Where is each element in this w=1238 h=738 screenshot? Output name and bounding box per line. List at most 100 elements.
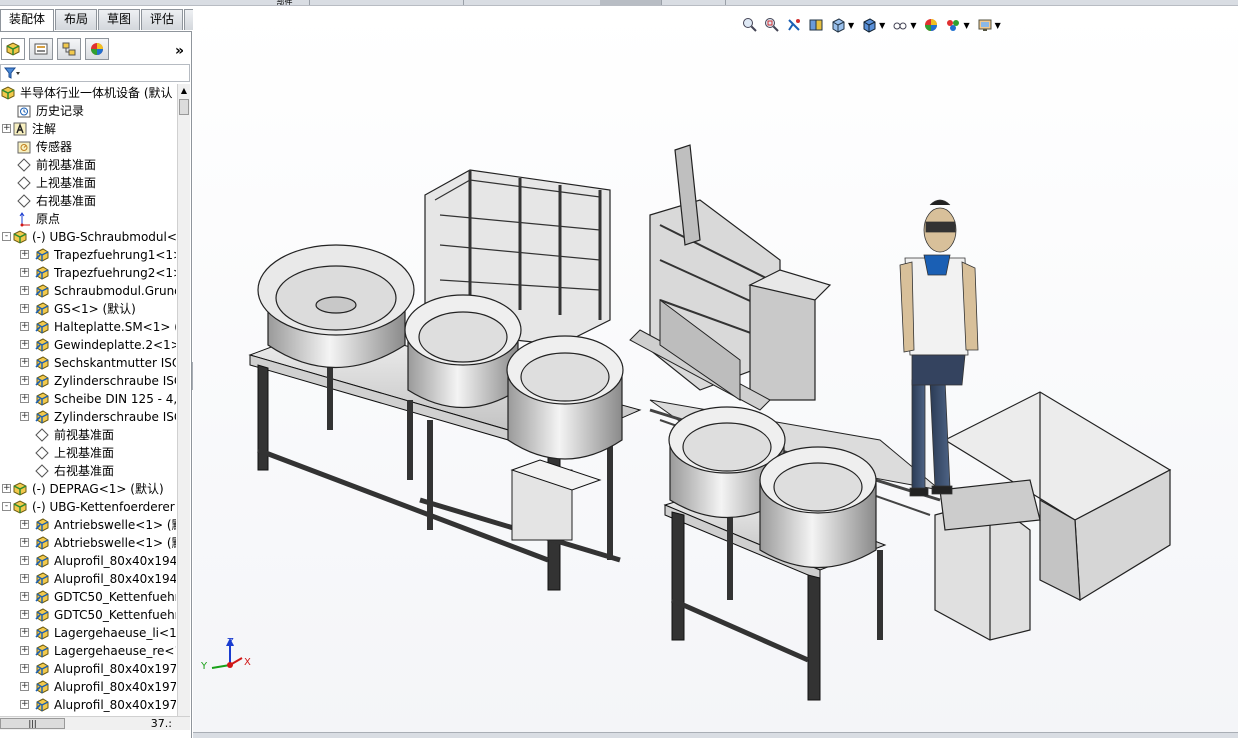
triad-y-label: Y: [201, 661, 208, 672]
command-tab[interactable]: 装配体: [0, 9, 55, 31]
expand-node-icon[interactable]: +: [20, 322, 29, 331]
tree-item[interactable]: + Lagergehaeuse_li<1>: [0, 624, 176, 642]
tree-item[interactable]: 前视基准面: [0, 426, 176, 444]
tree-item[interactable]: + GS<1> (默认): [0, 300, 176, 318]
collapse-node-icon[interactable]: -: [2, 502, 11, 511]
expand-node-icon[interactable]: +: [20, 610, 29, 619]
tree-item[interactable]: + Halteplatte.SM<1> (: [0, 318, 176, 336]
expand-node-icon[interactable]: +: [20, 340, 29, 349]
tree-item[interactable]: 上视基准面: [0, 444, 176, 462]
part-icon: [34, 409, 50, 425]
assembly-3d-model[interactable]: [193, 9, 1238, 738]
tree-item[interactable]: 右视基准面: [0, 462, 176, 480]
expand-panel-button[interactable]: »: [175, 43, 184, 59]
displaymanager-tab[interactable]: [85, 38, 109, 60]
scroll-up-arrow-icon[interactable]: ▲: [178, 84, 190, 98]
expand-node-icon[interactable]: +: [2, 124, 11, 133]
tree-item[interactable]: 右视基准面: [0, 192, 176, 210]
expand-node-icon[interactable]: +: [20, 376, 29, 385]
featuremanager-tab[interactable]: [1, 38, 25, 60]
tree-item-label: 传感器: [36, 140, 73, 154]
command-tab[interactable]: 评估: [141, 9, 184, 30]
tree-item[interactable]: + Scheibe DIN 125 - 4,: [0, 390, 176, 408]
expand-node-icon[interactable]: +: [20, 304, 29, 313]
tree-item[interactable]: + Aluprofil_80x40x197.4: [0, 678, 176, 696]
expand-node-icon[interactable]: +: [20, 412, 29, 421]
configurationmanager-tab[interactable]: [57, 38, 81, 60]
tree-horizontal-scrollbar[interactable]: ||| 37.:: [0, 716, 190, 730]
tree-item[interactable]: + Trapezfuehrung1<1>: [0, 246, 176, 264]
expand-node-icon[interactable]: +: [20, 358, 29, 367]
triad-x-label: X: [244, 657, 251, 668]
tree-item-label: Antriebswelle<1> (默: [54, 518, 176, 532]
propertymanager-icon: [34, 43, 48, 55]
tree-item[interactable]: + Schraubmodul.Grund: [0, 282, 176, 300]
tree-item[interactable]: 半导体行业一体机设备 (默认: [0, 84, 176, 102]
tree-item[interactable]: + Antriebswelle<1> (默: [0, 516, 176, 534]
tree-item[interactable]: 历史记录: [0, 102, 176, 120]
tree-item-label: (-) DEPRAG<1> (默认): [32, 482, 164, 496]
expand-node-icon[interactable]: +: [20, 556, 29, 565]
hscroll-thumb[interactable]: |||: [0, 718, 65, 729]
expand-node-icon[interactable]: +: [20, 394, 29, 403]
tree-item[interactable]: + Trapezfuehrung2<1>: [0, 264, 176, 282]
tree-item[interactable]: + Abtriebswelle<1> (默: [0, 534, 176, 552]
filter-icon[interactable]: [3, 66, 20, 83]
top-strip-tab-parts[interactable]: 部件: [260, 0, 310, 5]
command-tab[interactable]: 布局: [55, 9, 98, 30]
part-icon: [34, 373, 50, 389]
tree-item[interactable]: + Gewindeplatte.2<1>: [0, 336, 176, 354]
propertymanager-tab[interactable]: [29, 38, 53, 60]
featuremanager-icon: [6, 42, 20, 56]
expand-node-icon[interactable]: +: [20, 682, 29, 691]
expand-node-icon[interactable]: +: [20, 286, 29, 295]
tree-item-label: GDTC50_Kettenfuehr: [54, 590, 176, 604]
tree-item[interactable]: + GDTC50_Kettenfuehr: [0, 588, 176, 606]
tree-item[interactable]: 前视基准面: [0, 156, 176, 174]
tree-item[interactable]: + Aluprofil_80x40x197.4: [0, 696, 176, 714]
expand-node-icon[interactable]: +: [20, 520, 29, 529]
tree-item[interactable]: + (-) DEPRAG<1> (默认): [0, 480, 176, 498]
expand-node-icon[interactable]: +: [20, 664, 29, 673]
scroll-thumb[interactable]: [179, 99, 189, 115]
tree-item[interactable]: + GDTC50_Kettenfuehr: [0, 606, 176, 624]
expand-node-icon[interactable]: +: [20, 700, 29, 709]
configurationmanager-icon: [62, 42, 76, 56]
top-strip-segment[interactable]: [662, 0, 726, 5]
part-icon: [34, 697, 50, 713]
tree-item[interactable]: + Sechskantmutter ISO: [0, 354, 176, 372]
expand-node-icon[interactable]: +: [20, 628, 29, 637]
tree-item-label: Trapezfuehrung1<1>: [54, 248, 176, 262]
tree-item[interactable]: + Aluprofil_80x40x1948: [0, 570, 176, 588]
command-tab[interactable]: 草图: [98, 9, 141, 30]
expand-node-icon[interactable]: +: [2, 484, 11, 493]
tree-item[interactable]: 传感器: [0, 138, 176, 156]
expand-node-icon[interactable]: +: [20, 268, 29, 277]
graphics-area[interactable]: ▼ ▼ ▼ ▼ ▼ Z Y X: [193, 9, 1238, 738]
collapse-node-icon[interactable]: -: [2, 232, 11, 241]
part-icon: [34, 265, 50, 281]
tree-item[interactable]: - (-) UBG-Schraubmodul<: [0, 228, 176, 246]
tree-item[interactable]: + Lagergehaeuse_re<1: [0, 642, 176, 660]
tree-item[interactable]: + Zylinderschraube ISC: [0, 408, 176, 426]
tree-item[interactable]: 原点: [0, 210, 176, 228]
expand-node-icon[interactable]: +: [20, 646, 29, 655]
tree-item[interactable]: + Aluprofil_80x40x197.4: [0, 660, 176, 678]
expand-node-icon[interactable]: +: [20, 592, 29, 601]
part-icon: [34, 319, 50, 335]
expand-node-icon[interactable]: +: [20, 250, 29, 259]
plane-icon: [16, 193, 32, 209]
expand-node-icon[interactable]: +: [20, 574, 29, 583]
assembly-icon: [0, 85, 16, 101]
tree-item[interactable]: + 注解: [0, 120, 176, 138]
tree-item-label: GS<1> (默认): [54, 302, 136, 316]
tree-filter-bar[interactable]: [0, 64, 190, 82]
tree-item[interactable]: 上视基准面: [0, 174, 176, 192]
top-strip-segment[interactable]: [404, 0, 464, 5]
tree-item[interactable]: - (-) UBG-Kettenfoerderer: [0, 498, 176, 516]
top-strip-segment-active[interactable]: [600, 0, 662, 5]
tree-vertical-scrollbar[interactable]: ▲: [177, 84, 190, 717]
expand-node-icon[interactable]: +: [20, 538, 29, 547]
tree-item[interactable]: + Aluprofil_80x40x1948: [0, 552, 176, 570]
tree-item[interactable]: + Zylinderschraube ISC: [0, 372, 176, 390]
